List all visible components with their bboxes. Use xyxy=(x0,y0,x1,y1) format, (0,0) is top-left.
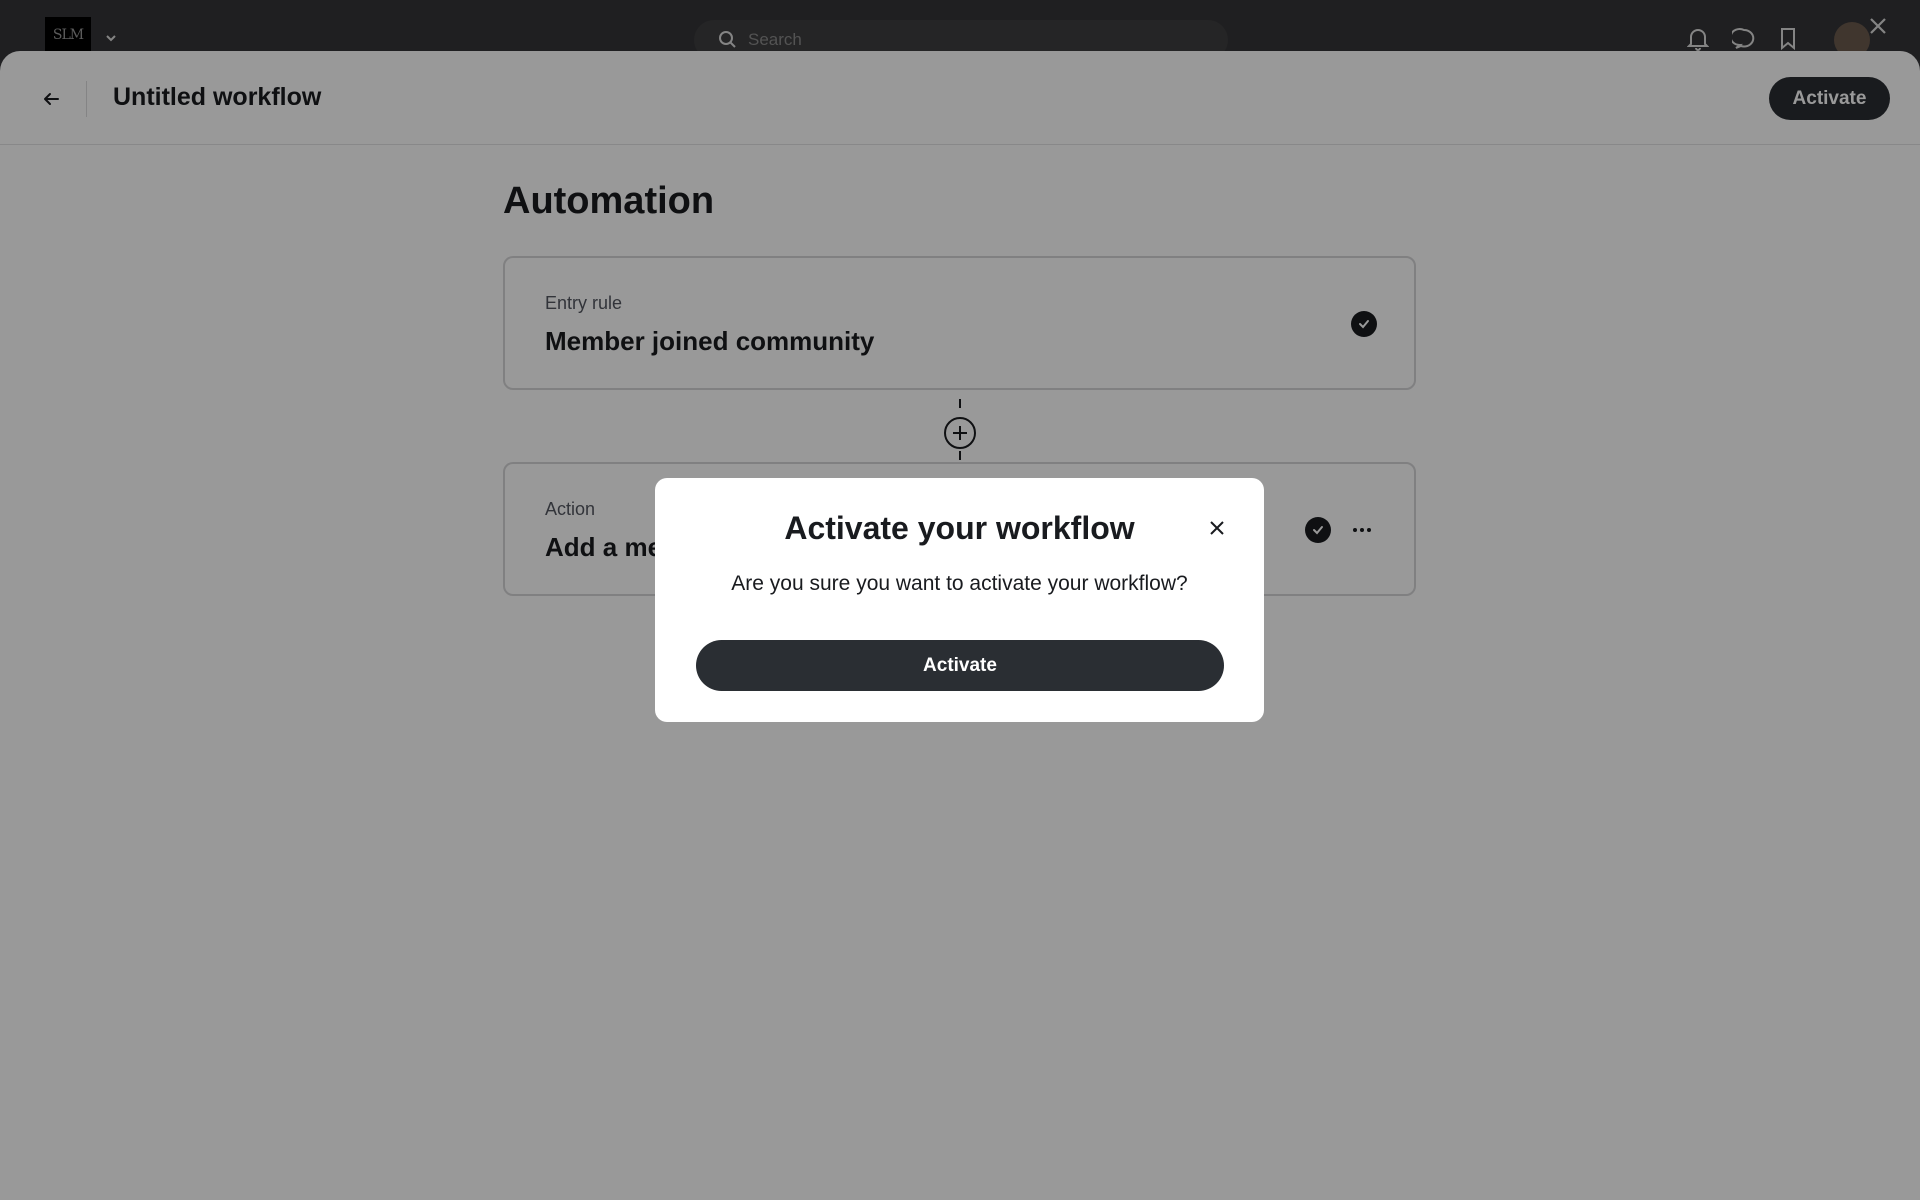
activate-workflow-dialog: Activate your workflow Are you sure you … xyxy=(655,478,1264,722)
close-icon[interactable] xyxy=(1203,514,1231,542)
confirm-activate-button[interactable]: Activate xyxy=(696,640,1224,691)
dialog-message: Are you sure you want to activate your w… xyxy=(731,572,1188,595)
dialog-title: Activate your workflow xyxy=(784,510,1135,546)
